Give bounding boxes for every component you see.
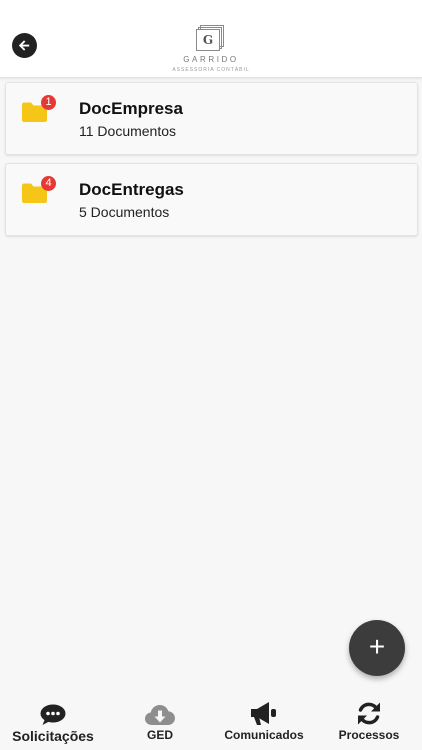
megaphone-icon xyxy=(251,702,276,725)
logo-subtitle: ASSESSORIA CONTÁBIL xyxy=(172,67,250,73)
tab-comunicados[interactable]: Comunicados xyxy=(217,690,311,750)
folder-card-docempresa[interactable]: 1 DocEmpresa 11 Documentos xyxy=(5,82,418,155)
arrow-left-icon xyxy=(18,40,30,51)
tab-processos[interactable]: Processos xyxy=(333,690,405,750)
logo-mark: G xyxy=(196,25,226,51)
tab-label: Processos xyxy=(338,728,400,742)
folder-document-count: 5 Documentos xyxy=(79,204,170,220)
logo-name: GARRIDO xyxy=(183,55,239,64)
folder-card-docentregas[interactable]: 4 DocEntregas 5 Documentos xyxy=(5,163,418,236)
company-logo: G GARRIDO ASSESSORIA CONTÁBIL xyxy=(160,22,262,76)
tab-ged[interactable]: GED xyxy=(130,690,190,750)
tab-label: GED xyxy=(146,728,173,742)
add-button[interactable]: + xyxy=(349,620,405,676)
sync-icon xyxy=(358,702,380,725)
plus-icon: + xyxy=(368,631,386,662)
cloud-download-icon xyxy=(145,705,175,725)
chat-bubble-icon xyxy=(40,704,66,725)
folder-document-count: 11 Documentos xyxy=(79,123,177,139)
bottom-tab-bar: Solicitações GED Comunicados Processos xyxy=(0,690,422,750)
folder-list: 1 DocEmpresa 11 Documentos 4 DocEntregas… xyxy=(5,82,418,244)
logo-letter: G xyxy=(196,29,220,51)
tab-label: Comunicados xyxy=(224,728,304,742)
notification-badge: 4 xyxy=(41,176,56,191)
app-header: G GARRIDO ASSESSORIA CONTÁBIL xyxy=(0,0,422,78)
folder-name: DocEmpresa xyxy=(79,99,183,118)
tab-solicitacoes[interactable]: Solicitações xyxy=(6,690,100,750)
back-button[interactable] xyxy=(12,33,37,58)
folder-name: DocEntregas xyxy=(79,180,184,199)
notification-badge: 1 xyxy=(41,95,56,110)
tab-label: Solicitações xyxy=(12,728,94,744)
